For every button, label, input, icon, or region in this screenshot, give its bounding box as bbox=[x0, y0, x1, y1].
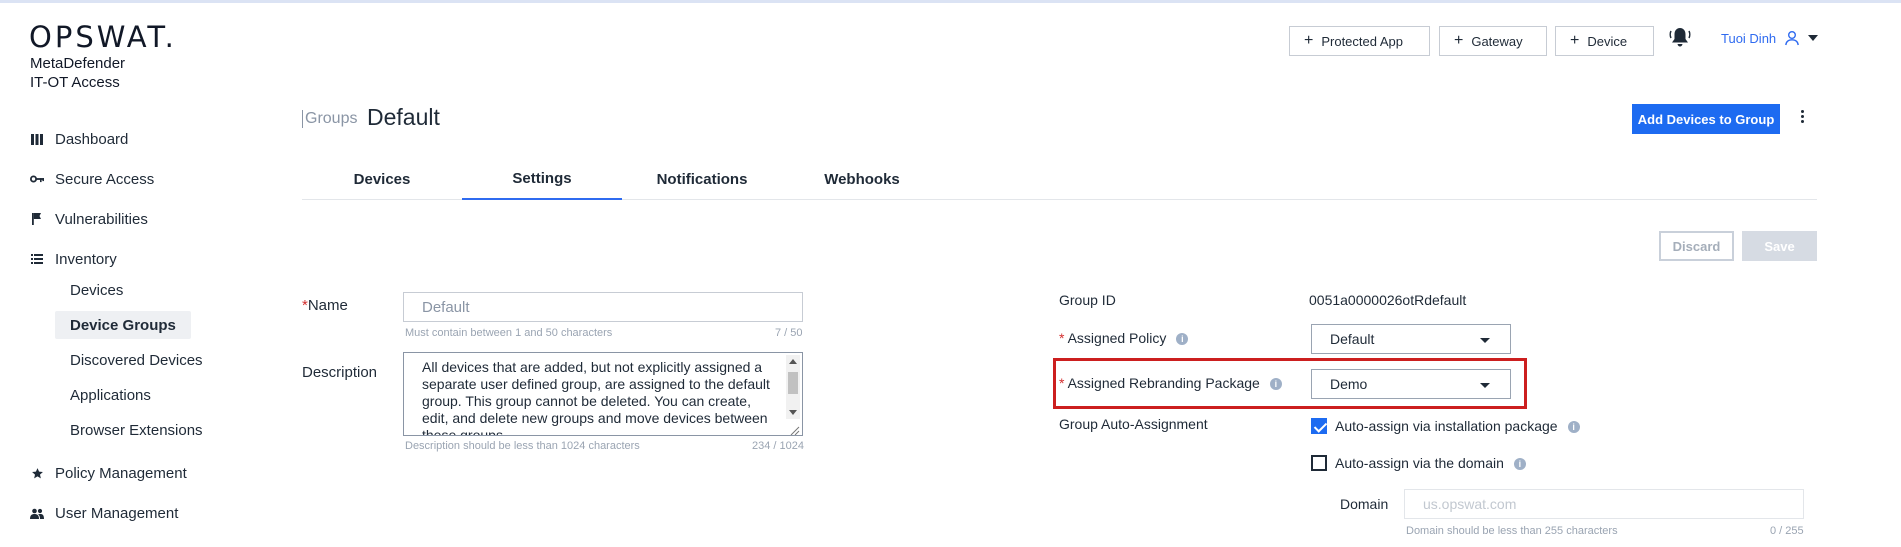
assigned-policy-select[interactable]: Default bbox=[1311, 324, 1511, 354]
scroll-thumb[interactable] bbox=[788, 372, 798, 394]
sidebar-subitem-applications[interactable]: Applications bbox=[55, 381, 166, 409]
sidebar-subitem-discovered-devices[interactable]: Discovered Devices bbox=[55, 346, 218, 374]
add-protected-app-label: Protected App bbox=[1321, 33, 1404, 49]
breadcrumb[interactable]: Groups bbox=[302, 110, 357, 128]
rebranding-package-label: * Assigned Rebranding Package i bbox=[1059, 375, 1282, 391]
scroll-up-icon[interactable] bbox=[789, 359, 797, 364]
assigned-policy-value: Default bbox=[1330, 331, 1375, 347]
sidebar-item-policy-management[interactable]: Policy Management bbox=[30, 459, 187, 487]
rebranding-package-select[interactable]: Demo bbox=[1311, 369, 1511, 399]
page-title: Default bbox=[367, 104, 440, 130]
tab-notifications[interactable]: Notifications bbox=[622, 158, 782, 200]
info-icon[interactable]: i bbox=[1567, 421, 1580, 433]
sidebar: OPSWAT. MetaDefender IT-OT Access Dashbo… bbox=[0, 0, 290, 547]
sidebar-item-inventory[interactable]: Inventory bbox=[30, 245, 117, 273]
list-icon bbox=[30, 252, 44, 266]
name-label: *Name bbox=[302, 297, 348, 314]
dashboard-icon bbox=[30, 132, 44, 146]
assigned-policy-label: * Assigned Policy i bbox=[1059, 330, 1189, 346]
resize-handle-icon[interactable] bbox=[790, 423, 800, 435]
scroll-down-icon[interactable] bbox=[789, 410, 797, 415]
info-icon[interactable]: i bbox=[1513, 458, 1526, 470]
name-field[interactable]: Default bbox=[403, 292, 803, 322]
sidebar-subitem-devices[interactable]: Devices bbox=[55, 276, 138, 304]
product-name-line1: MetaDefender bbox=[30, 55, 126, 72]
group-id-label: Group ID bbox=[1059, 292, 1116, 308]
discard-button[interactable]: Discard bbox=[1659, 231, 1734, 261]
description-label: Description bbox=[302, 364, 378, 381]
domain-char-count: 0 / 255 bbox=[1770, 525, 1804, 537]
domain-field[interactable]: us.opswat.com bbox=[1404, 489, 1804, 519]
add-protected-app-button[interactable]: + Protected App bbox=[1289, 26, 1430, 56]
description-char-count: 234 / 1024 bbox=[752, 440, 804, 452]
plus-icon: + bbox=[1454, 32, 1464, 49]
add-device-button[interactable]: + Device bbox=[1555, 26, 1654, 56]
product-name-line2: IT-OT Access bbox=[30, 74, 120, 91]
required-marker: * bbox=[1059, 330, 1068, 346]
name-char-count: 7 / 50 bbox=[775, 327, 803, 339]
sidebar-item-label: Vulnerabilities bbox=[55, 210, 148, 228]
user-icon bbox=[1784, 30, 1800, 46]
info-icon[interactable]: i bbox=[1176, 333, 1189, 345]
more-options-icon[interactable] bbox=[1797, 106, 1807, 126]
auto-install-checkbox[interactable] bbox=[1311, 418, 1327, 434]
domain-hint: Domain should be less than 255 character… bbox=[1406, 525, 1618, 537]
required-marker: * bbox=[1059, 375, 1068, 391]
star-icon bbox=[30, 466, 44, 480]
users-icon bbox=[30, 506, 44, 520]
sidebar-item-vulnerabilities[interactable]: Vulnerabilities bbox=[30, 205, 148, 233]
add-gateway-button[interactable]: + Gateway bbox=[1439, 26, 1547, 56]
name-hint: Must contain between 1 and 50 characters bbox=[405, 327, 613, 339]
save-button[interactable]: Save bbox=[1742, 231, 1817, 261]
sidebar-item-label: User Management bbox=[55, 504, 179, 522]
plus-icon: + bbox=[1570, 32, 1580, 49]
bell-icon[interactable] bbox=[1668, 26, 1692, 50]
key-icon bbox=[30, 172, 44, 186]
description-scrollbar[interactable] bbox=[786, 355, 800, 419]
sidebar-subitem-device-groups[interactable]: Device Groups bbox=[55, 311, 191, 339]
sidebar-item-label: Dashboard bbox=[55, 130, 129, 148]
group-auto-assignment-label: Group Auto-Assignment bbox=[1059, 416, 1208, 432]
opswat-logo: OPSWAT. bbox=[29, 20, 177, 54]
tab-webhooks[interactable]: Webhooks bbox=[782, 158, 942, 200]
description-hint: Description should be less than 1024 cha… bbox=[405, 440, 640, 452]
description-text: All devices that are added, but not expl… bbox=[422, 359, 770, 436]
add-devices-to-group-button[interactable]: Add Devices to Group bbox=[1632, 104, 1780, 134]
sidebar-item-label: Policy Management bbox=[55, 464, 187, 482]
auto-domain-checkbox[interactable] bbox=[1311, 455, 1327, 471]
sidebar-item-dashboard[interactable]: Dashboard bbox=[30, 125, 128, 153]
chevron-down-icon bbox=[1480, 338, 1490, 343]
sidebar-subitem-browser-extensions[interactable]: Browser Extensions bbox=[55, 416, 218, 444]
info-icon[interactable]: i bbox=[1269, 378, 1282, 390]
add-gateway-label: Gateway bbox=[1471, 33, 1523, 49]
tab-bar: Devices Settings Notifications Webhooks bbox=[302, 158, 1817, 200]
plus-icon: + bbox=[1304, 32, 1314, 49]
user-menu[interactable]: Tuoi Dinh bbox=[1721, 30, 1819, 46]
chevron-down-icon bbox=[1808, 35, 1819, 41]
domain-label: Domain bbox=[1340, 496, 1389, 512]
auto-domain-label: Auto-assign via the domain i bbox=[1335, 455, 1526, 471]
chevron-down-icon bbox=[1480, 383, 1490, 388]
flag-icon bbox=[30, 212, 44, 226]
description-field[interactable]: All devices that are added, but not expl… bbox=[403, 352, 803, 436]
sidebar-item-secure-access[interactable]: Secure Access bbox=[30, 165, 154, 193]
tab-devices[interactable]: Devices bbox=[302, 158, 462, 200]
product-name: MetaDefender IT-OT Access bbox=[30, 54, 125, 92]
group-id-value: 0051a0000026otRdefault bbox=[1309, 292, 1467, 308]
sidebar-item-user-management[interactable]: User Management bbox=[30, 499, 178, 527]
tab-settings[interactable]: Settings bbox=[462, 158, 622, 200]
sidebar-item-label: Inventory bbox=[55, 250, 117, 268]
sidebar-item-label: Secure Access bbox=[55, 170, 155, 188]
auto-install-label: Auto-assign via installation package i bbox=[1335, 418, 1580, 434]
rebranding-package-value: Demo bbox=[1330, 376, 1368, 392]
add-device-label: Device bbox=[1587, 33, 1628, 49]
user-name: Tuoi Dinh bbox=[1721, 30, 1777, 46]
